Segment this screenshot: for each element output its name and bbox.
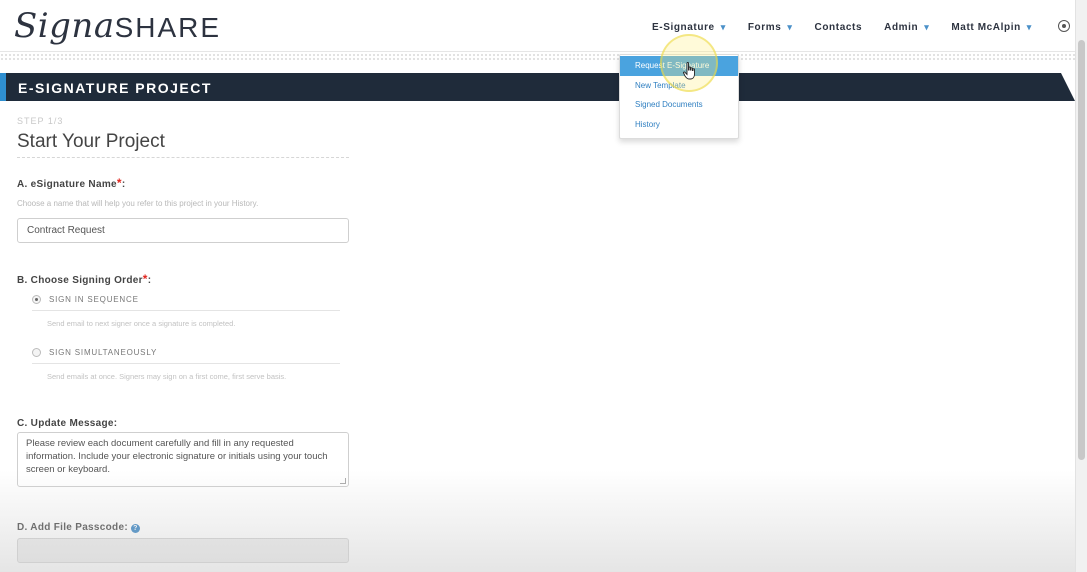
radio-selected-icon[interactable] [32, 295, 41, 304]
file-passcode-label: D. Add File Passcode:? [17, 522, 140, 533]
radio-sign-in-sequence-label: SIGN IN SEQUENCE [49, 295, 139, 304]
logo-script: Signa [14, 6, 115, 46]
signing-order-label-text: B. Choose Signing Order [17, 275, 143, 286]
scrollbar-thumb[interactable] [1078, 40, 1085, 460]
file-passcode-input[interactable] [17, 538, 349, 563]
chevron-down-icon: ▾ [924, 22, 930, 32]
top-navbar: SignaSHARE E-Signature ▾ Forms ▾ Contact… [0, 0, 1075, 52]
divider [32, 363, 340, 364]
step-title: Start Your Project [17, 131, 165, 152]
vertical-scrollbar[interactable] [1075, 0, 1087, 572]
esignature-name-label-text: A. eSignature Name [17, 179, 117, 190]
project-banner: E-SIGNATURE PROJECT [0, 73, 1075, 101]
logo-caps: SHARE [114, 12, 222, 43]
nav-esignature-label: E-Signature [652, 22, 715, 33]
step-indicator: STEP 1/3 [17, 116, 64, 126]
sign-simultaneously-desc: Send emails at once. Signers may sign on… [47, 372, 287, 381]
update-message-label: C. Update Message: [17, 418, 118, 429]
divider [32, 310, 340, 311]
esignature-name-input[interactable]: Contract Request [17, 218, 349, 243]
nav-contacts[interactable]: Contacts [815, 22, 863, 33]
nav-user-label: Matt McAlpin [951, 22, 1021, 33]
esignature-name-label: A. eSignature Name*: [17, 176, 126, 190]
sign-in-sequence-desc: Send email to next signer once a signatu… [47, 319, 236, 328]
page-title: E-SIGNATURE PROJECT [18, 80, 212, 96]
esignature-dropdown-menu: Request E-Signature New Template Signed … [619, 54, 739, 139]
nav-admin[interactable]: Admin ▾ [884, 22, 929, 33]
esignature-name-hint: Choose a name that will help you refer t… [17, 199, 259, 208]
signashare-logo[interactable]: SignaSHARE [14, 6, 221, 46]
nav-contacts-label: Contacts [814, 22, 863, 33]
menu-item-request-esignature[interactable]: Request E-Signature [620, 56, 738, 76]
update-message-textarea[interactable]: Please review each document carefully an… [17, 432, 349, 487]
main-nav: E-Signature ▾ Forms ▾ Contacts Admin ▾ M… [652, 22, 1054, 33]
chevron-down-icon: ▾ [1026, 22, 1032, 32]
nav-forms[interactable]: Forms ▾ [748, 22, 793, 33]
radio-sign-simultaneously-label: SIGN SIMULTANEOUSLY [49, 348, 158, 357]
power-icon[interactable] [1058, 20, 1070, 32]
chevron-down-icon: ▾ [787, 22, 793, 32]
radio-unselected-icon[interactable] [32, 348, 41, 357]
header-dotted-border [0, 53, 1075, 61]
file-passcode-label-text: D. Add File Passcode: [17, 522, 128, 533]
radio-sign-in-sequence[interactable]: SIGN IN SEQUENCE [32, 295, 139, 304]
nav-user-menu[interactable]: Matt McAlpin ▾ [951, 22, 1032, 33]
chevron-down-icon: ▾ [720, 22, 726, 32]
nav-esignature[interactable]: E-Signature ▾ [652, 22, 726, 33]
label-colon: : [121, 179, 126, 190]
menu-item-history[interactable]: History [620, 115, 738, 135]
info-icon[interactable]: ? [130, 524, 140, 533]
menu-item-signed-documents[interactable]: Signed Documents [620, 95, 738, 115]
label-colon: : [147, 275, 152, 286]
page: SignaSHARE E-Signature ▾ Forms ▾ Contact… [0, 0, 1087, 572]
divider [17, 157, 349, 158]
menu-item-new-template[interactable]: New Template [620, 76, 738, 96]
radio-sign-simultaneously[interactable]: SIGN SIMULTANEOUSLY [32, 348, 157, 357]
signing-order-label: B. Choose Signing Order*: [17, 272, 151, 286]
nav-forms-label: Forms [747, 22, 782, 33]
nav-admin-label: Admin [884, 22, 919, 33]
